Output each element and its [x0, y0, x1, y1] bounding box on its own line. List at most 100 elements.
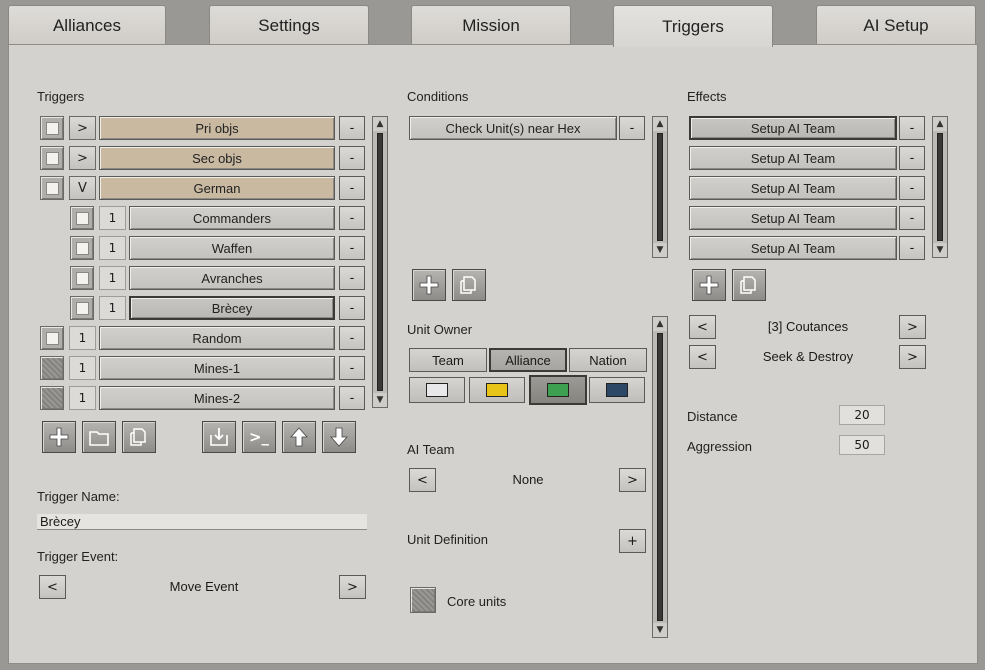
remove-trigger-button[interactable]: -: [339, 386, 365, 410]
effect-item[interactable]: Setup AI Team: [689, 176, 897, 200]
trigger-item[interactable]: Avranches: [129, 266, 335, 290]
owner-alliance-button[interactable]: Alliance: [489, 348, 567, 372]
trigger-checkbox[interactable]: [70, 206, 94, 230]
effect-item[interactable]: Setup AI Team: [689, 236, 897, 260]
remove-effect-button[interactable]: -: [899, 146, 925, 170]
effect-item[interactable]: Setup AI Team: [689, 116, 897, 140]
distance-field[interactable]: 20: [839, 405, 885, 425]
trigger-name-label: Trigger Name:: [37, 489, 120, 504]
trigger-checkbox[interactable]: [40, 176, 64, 200]
remove-trigger-button[interactable]: -: [339, 326, 365, 350]
effect-item[interactable]: Setup AI Team: [689, 206, 897, 230]
trigger-item[interactable]: Commanders: [129, 206, 335, 230]
remove-trigger-button[interactable]: -: [339, 206, 365, 230]
trigger-expand-toggle[interactable]: >: [69, 146, 96, 170]
trigger-event-next-button[interactable]: >: [339, 575, 366, 599]
trigger-item[interactable]: Mines-1: [99, 356, 335, 380]
remove-effect-button[interactable]: -: [899, 176, 925, 200]
arrow-up-icon: [290, 427, 308, 447]
import-button[interactable]: [202, 421, 236, 453]
trigger-expand-toggle[interactable]: V: [69, 176, 96, 200]
trigger-checkbox[interactable]: [40, 386, 64, 410]
effects-scrollbar[interactable]: ▲ ▼: [932, 116, 948, 258]
copy-effect-button[interactable]: [732, 269, 766, 301]
order-next-button[interactable]: >: [899, 345, 926, 369]
tab-ai-setup[interactable]: AI Setup: [816, 5, 976, 45]
swatch-white: [426, 383, 448, 397]
copy-trigger-button[interactable]: [122, 421, 156, 453]
trigger-event-prev-button[interactable]: <: [39, 575, 66, 599]
trigger-checkbox[interactable]: [40, 356, 64, 380]
trigger-checkbox[interactable]: [40, 116, 64, 140]
trigger-item[interactable]: Mines-2: [99, 386, 335, 410]
tab-alliances[interactable]: Alliances: [8, 5, 166, 45]
scroll-down-icon[interactable]: ▼: [653, 243, 667, 257]
remove-trigger-button[interactable]: -: [339, 296, 365, 320]
triggers-scrollbar[interactable]: ▲ ▼: [372, 116, 388, 408]
trigger-checkbox[interactable]: [40, 146, 64, 170]
condition-details-scrollbar[interactable]: ▲ ▼: [652, 316, 668, 638]
owner-nation-button[interactable]: Nation: [569, 348, 647, 372]
aggression-field[interactable]: 50: [839, 435, 885, 455]
remove-trigger-button[interactable]: -: [339, 236, 365, 260]
unit-definition-add-button[interactable]: +: [619, 529, 646, 553]
tab-settings[interactable]: Settings: [209, 5, 369, 45]
trigger-checkbox[interactable]: [70, 266, 94, 290]
ai-team-prev-button[interactable]: <: [409, 468, 436, 492]
scroll-down-icon[interactable]: ▼: [933, 243, 947, 257]
trigger-event-label: Trigger Event:: [37, 549, 119, 564]
color-blue-button[interactable]: [589, 377, 645, 403]
trigger-item[interactable]: Sec objs: [99, 146, 335, 170]
scroll-down-icon[interactable]: ▼: [373, 393, 387, 407]
scroll-up-icon[interactable]: ▲: [373, 117, 387, 131]
trigger-count: 1: [99, 236, 126, 260]
trigger-item[interactable]: Random: [99, 326, 335, 350]
remove-condition-button[interactable]: -: [619, 116, 645, 140]
conditions-scrollbar[interactable]: ▲ ▼: [652, 116, 668, 258]
trigger-checkbox[interactable]: [40, 326, 64, 350]
trigger-name-field[interactable]: Brècey: [37, 514, 367, 530]
trigger-checkbox[interactable]: [70, 236, 94, 260]
trigger-item[interactable]: Waffen: [129, 236, 335, 260]
console-button[interactable]: >_: [242, 421, 276, 453]
condition-item[interactable]: Check Unit(s) near Hex: [409, 116, 617, 140]
scroll-up-icon[interactable]: ▲: [933, 117, 947, 131]
trigger-count: 1: [99, 206, 126, 230]
core-units-checkbox[interactable]: [410, 587, 436, 613]
scroll-up-icon[interactable]: ▲: [653, 317, 667, 331]
move-up-button[interactable]: [282, 421, 316, 453]
owner-team-button[interactable]: Team: [409, 348, 487, 372]
add-folder-button[interactable]: [82, 421, 116, 453]
color-white-button[interactable]: [409, 377, 465, 403]
effect-item[interactable]: Setup AI Team: [689, 146, 897, 170]
remove-trigger-button[interactable]: -: [339, 146, 365, 170]
trigger-item[interactable]: Pri objs: [99, 116, 335, 140]
scroll-up-icon[interactable]: ▲: [653, 117, 667, 131]
trigger-item[interactable]: German: [99, 176, 335, 200]
color-green-button[interactable]: [529, 375, 587, 405]
remove-effect-button[interactable]: -: [899, 116, 925, 140]
order-prev-button[interactable]: <: [689, 345, 716, 369]
trigger-checkbox[interactable]: [70, 296, 94, 320]
add-condition-button[interactable]: [412, 269, 446, 301]
tab-mission[interactable]: Mission: [411, 5, 571, 45]
move-down-button[interactable]: [322, 421, 356, 453]
remove-trigger-button[interactable]: -: [339, 356, 365, 380]
ai-team-next-button[interactable]: >: [619, 468, 646, 492]
location-next-button[interactable]: >: [899, 315, 926, 339]
trigger-item[interactable]: Brècey: [129, 296, 335, 320]
remove-trigger-button[interactable]: -: [339, 266, 365, 290]
remove-trigger-button[interactable]: -: [339, 116, 365, 140]
add-effect-button[interactable]: [692, 269, 726, 301]
remove-effect-button[interactable]: -: [899, 206, 925, 230]
folder-icon: [89, 431, 109, 446]
remove-trigger-button[interactable]: -: [339, 176, 365, 200]
remove-effect-button[interactable]: -: [899, 236, 925, 260]
color-yellow-button[interactable]: [469, 377, 525, 403]
trigger-expand-toggle[interactable]: >: [69, 116, 96, 140]
location-prev-button[interactable]: <: [689, 315, 716, 339]
tab-triggers[interactable]: Triggers: [613, 5, 773, 47]
add-trigger-button[interactable]: [42, 421, 76, 453]
copy-condition-button[interactable]: [452, 269, 486, 301]
scroll-down-icon[interactable]: ▼: [653, 623, 667, 637]
